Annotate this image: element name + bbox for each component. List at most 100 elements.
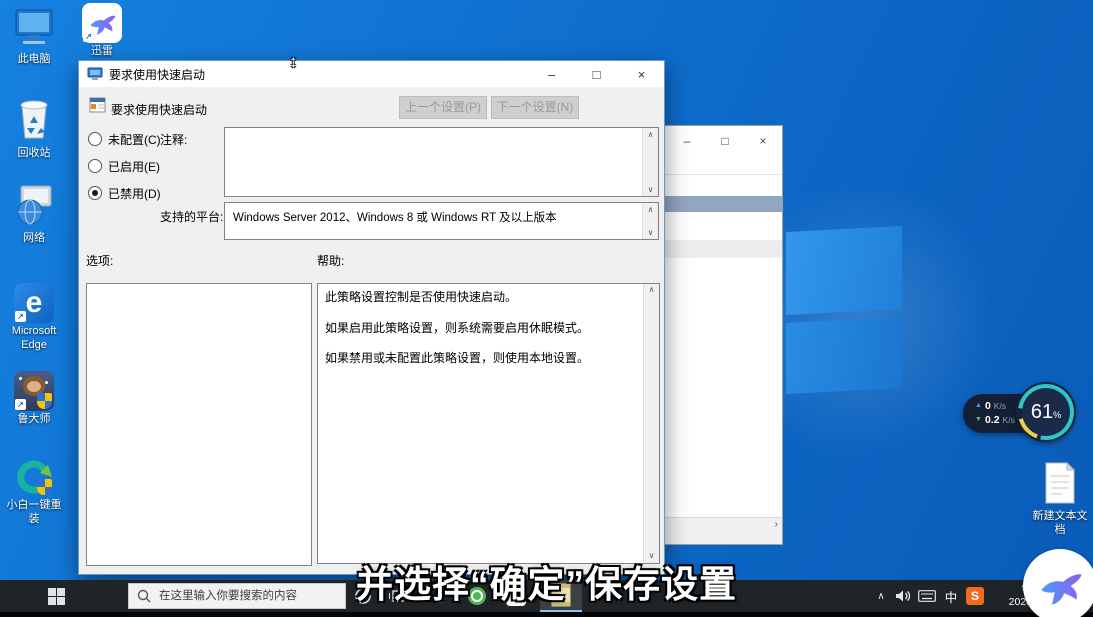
supported-platform-label: 支持的平台: (160, 208, 223, 225)
close-button[interactable]: × (619, 61, 664, 87)
shield-icon (37, 393, 52, 409)
scroll-down-icon[interactable]: ∨ (648, 183, 654, 196)
search-icon (137, 589, 151, 603)
desktop-icon-new-text-document[interactable]: 新建文本文档 (1028, 461, 1092, 538)
ludashi-icon: ↗ (14, 371, 54, 411)
shortcut-arrow-icon: ↗ (15, 311, 26, 322)
download-speed-unit: K/s (1003, 413, 1015, 427)
tray-volume-button[interactable] (892, 580, 914, 612)
tray-hidden-icons-button[interactable]: ∧ (872, 580, 890, 612)
background-window-statusbar (661, 532, 782, 544)
video-subtitle: 并选择“确定”保存设置 (356, 554, 737, 608)
background-window: – □ × › (660, 125, 783, 545)
desktop-icon-this-pc[interactable]: 此电脑 (2, 8, 66, 67)
upload-speed-unit: K/s (994, 399, 1006, 413)
desktop-icon-label: 迅雷 (70, 45, 134, 59)
close-button[interactable]: × (744, 126, 782, 156)
comment-scrollbar[interactable]: ∧ ∨ (642, 128, 658, 196)
supported-platform-box: Windows Server 2012、Windows 8 或 Windows … (224, 202, 659, 240)
percent-sign: % (1053, 410, 1061, 420)
desktop: 此电脑 回收站 网络 e ↗ Microsoft Edge (0, 0, 1093, 617)
help-paragraph: 如果禁用或未配置此策略设置，则使用本地设置。 (325, 351, 635, 367)
recycle-bin-icon (12, 94, 56, 142)
minimize-button[interactable]: – (668, 126, 706, 156)
desktop-icon-edge[interactable]: e ↗ Microsoft Edge (2, 283, 66, 353)
edge-letter: e (26, 286, 43, 320)
scroll-up-icon[interactable]: ∧ (648, 128, 654, 141)
radio-circle-selected[interactable] (88, 186, 102, 200)
shortcut-arrow-icon: ↗ (83, 31, 94, 42)
help-scrollbar[interactable]: ∧ ∨ (643, 284, 659, 563)
speaker-icon (895, 589, 911, 603)
scroll-down-icon[interactable]: ∨ (648, 226, 654, 239)
background-window-toolbar (661, 156, 782, 175)
thunder-floating-ball[interactable] (1023, 549, 1093, 617)
desktop-icon-network[interactable]: 网络 (2, 183, 66, 246)
radio-not-configured[interactable]: 未配置(C) (88, 131, 161, 147)
search-input[interactable] (157, 589, 339, 603)
scroll-right-icon[interactable]: › (775, 519, 778, 530)
tray-sogou-button[interactable]: S (962, 580, 988, 612)
keyboard-icon (918, 590, 936, 602)
shortcut-arrow-icon: ↗ (15, 399, 26, 410)
radio-circle[interactable] (88, 159, 102, 173)
sparkle (45, 381, 48, 384)
minimize-button[interactable]: – (529, 61, 574, 87)
percent-value: 61 (1031, 401, 1053, 424)
maximize-button[interactable]: □ (574, 61, 619, 87)
network-icon (12, 183, 56, 227)
policy-dialog: 要求使用快速启动 – □ × 要求使用快速启动 上一个设置(P) 下一个设置(N… (78, 60, 665, 575)
help-label: 帮助: (317, 252, 344, 269)
dialog-title: 要求使用快速启动 (109, 66, 205, 83)
this-pc-icon (12, 8, 56, 48)
wallpaper-window-pane-top (786, 226, 902, 315)
next-setting-button[interactable]: 下一个设置(N) (491, 96, 579, 119)
desktop-icon-label: 小白一键重装 (2, 499, 66, 527)
background-window-row-strip (661, 240, 782, 258)
background-window-header-band (661, 196, 782, 212)
download-speed-value: 0.2 (985, 413, 1000, 427)
options-panel (86, 283, 312, 566)
background-window-hscrollbar[interactable]: › (661, 517, 782, 533)
help-paragraph: 如果启用此策略设置，则系统需要启用休眠模式。 (325, 321, 635, 337)
text-file-icon (1042, 461, 1078, 505)
dialog-titlebar[interactable]: 要求使用快速启动 – □ × (79, 61, 664, 87)
radio-label: 未配置(C) (108, 131, 161, 148)
desktop-icon-label: 新建文本文档 (1028, 510, 1092, 538)
desktop-icon-label: 此电脑 (2, 53, 66, 67)
comment-textbox[interactable]: ∧ ∨ (224, 127, 659, 197)
radio-disabled[interactable]: 已禁用(D) (88, 185, 161, 201)
radio-enabled[interactable]: 已启用(E) (88, 158, 160, 174)
start-button[interactable] (38, 580, 74, 612)
scroll-up-icon[interactable]: ∧ (648, 203, 654, 216)
tray-touch-keyboard-button[interactable] (915, 580, 939, 612)
radio-label: 已禁用(D) (108, 185, 161, 202)
previous-setting-button[interactable]: 上一个设置(P) (399, 96, 487, 119)
taskbar-search-box[interactable] (128, 583, 346, 609)
desktop-icon-recycle-bin[interactable]: 回收站 (2, 94, 66, 161)
dialog-window-controls: – □ × (529, 61, 664, 87)
desktop-icon-ludashi[interactable]: ↗ 鲁大师 (2, 371, 66, 427)
platform-scrollbar[interactable]: ∧ ∨ (642, 203, 658, 239)
download-arrow-icon: ▼ (975, 413, 982, 427)
background-window-controls: – □ × (668, 126, 782, 156)
policy-setting-icon (89, 97, 106, 113)
letterbox-strip (0, 612, 1093, 617)
sogou-icon: S (966, 587, 984, 605)
desktop-icon-xiaobai-reinstall[interactable]: 小白一键重装 (2, 457, 66, 527)
scroll-up-icon[interactable]: ∧ (649, 284, 655, 297)
options-label: 选项: (86, 252, 113, 269)
maximize-button[interactable]: □ (706, 126, 744, 156)
resize-cursor-icon: ↕ (289, 52, 298, 72)
desktop-icon-thunder[interactable]: ↗ 迅雷 (70, 3, 134, 59)
desktop-icon-label: 网络 (2, 232, 66, 246)
help-panel: 此策略设置控制是否使用快速启动。 如果启用此策略设置，则系统需要启用休眠模式。 … (317, 283, 660, 564)
comment-label: 注释: (160, 131, 187, 148)
thunder-icon: ↗ (82, 3, 122, 43)
radio-circle[interactable] (88, 132, 102, 146)
tray-ime-indicator[interactable]: 中 (941, 580, 961, 612)
progress-ring-widget[interactable]: 61 % (1016, 382, 1076, 442)
windows-logo-icon (48, 588, 65, 605)
thunder-bird-icon (1034, 560, 1086, 612)
policy-name: 要求使用快速启动 (111, 101, 207, 118)
